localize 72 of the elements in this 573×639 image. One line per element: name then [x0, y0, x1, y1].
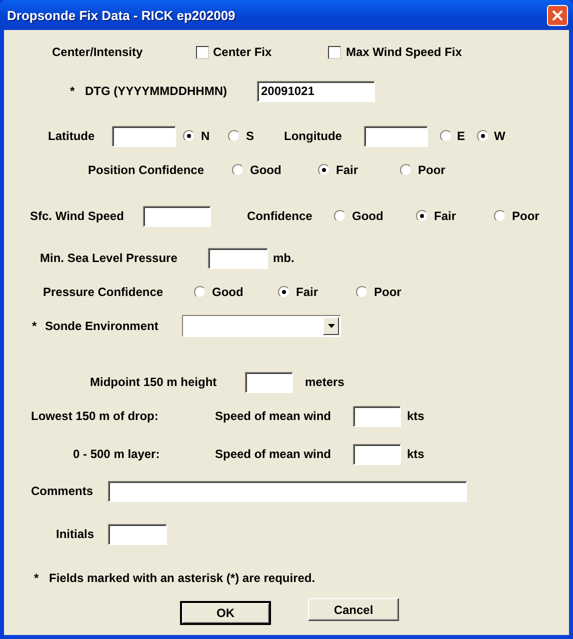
field-label: Longitude [284, 129, 342, 143]
checkbox[interactable] [196, 46, 209, 58]
radio-label: Fair [336, 163, 358, 177]
radio-label: Poor [512, 209, 540, 223]
unit-label: kts [407, 409, 424, 423]
required-mark: * [34, 571, 39, 585]
wind-field[interactable] [353, 444, 401, 464]
radio-button[interactable] [278, 286, 290, 298]
radio-button[interactable] [400, 164, 412, 176]
ok-button[interactable]: OK [180, 601, 271, 625]
wind-field[interactable] [353, 406, 401, 426]
radio-button[interactable] [477, 130, 489, 142]
required-mark: * [32, 319, 37, 333]
radio-button[interactable] [494, 210, 506, 222]
radio-button[interactable] [440, 130, 452, 142]
radio-button[interactable] [318, 164, 330, 176]
field-label: DTG (YYYYMMDDHHMN) [85, 84, 227, 98]
dtg-field[interactable]: 20091021 [257, 80, 375, 102]
required-mark: * [70, 84, 75, 98]
radio-button[interactable] [228, 130, 240, 142]
midpoint-field[interactable] [245, 372, 293, 392]
radio-label: Good [352, 209, 384, 223]
checkbox[interactable] [328, 46, 341, 58]
radio-label: Poor [374, 285, 402, 299]
field-label: Sfc. Wind Speed [30, 209, 124, 223]
radio-label: Fair [434, 209, 456, 223]
radio-label: S [246, 129, 254, 143]
radio-label: E [457, 129, 466, 143]
caret-icon [328, 324, 334, 328]
radio-button[interactable] [356, 286, 368, 298]
field-label: Comments [31, 484, 94, 498]
window-title: Dropsonde Fix Data - RICK ep202009 [7, 8, 236, 22]
comments-field[interactable] [108, 480, 467, 502]
footnote: Fields marked with an asterisk (*) are required. [49, 571, 316, 585]
radio-button[interactable] [183, 130, 195, 142]
field-label: Midpoint 150 m height [90, 375, 217, 389]
section-label: Center/Intensity [52, 45, 143, 59]
field-label: Speed of mean wind [215, 409, 332, 423]
wind-speed-field[interactable] [143, 206, 211, 226]
pressure-field[interactable] [208, 248, 268, 268]
section-label: 0 - 500 m layer: [73, 447, 160, 461]
field-label: Min. Sea Level Pressure [40, 251, 178, 265]
field-label: Position Confidence [88, 163, 204, 177]
radio-label: Good [212, 285, 244, 299]
latitude-field[interactable] [112, 126, 176, 146]
longitude-field[interactable] [364, 126, 428, 146]
checkbox-label: Center Fix [213, 45, 272, 59]
radio-button[interactable] [194, 286, 206, 298]
checkbox-label: Max Wind Speed Fix [346, 45, 462, 59]
field-label: Confidence [247, 209, 312, 223]
initials-field[interactable] [108, 524, 167, 544]
field-label: Sonde Environment [45, 319, 158, 333]
unit-label: mb. [273, 251, 294, 265]
close-icon [551, 8, 564, 22]
field-label: Pressure Confidence [43, 285, 164, 299]
radio-label: Poor [418, 163, 446, 177]
field-label: Speed of mean wind [215, 447, 332, 461]
radio-label: Fair [296, 285, 318, 299]
section-label: Lowest 150 m of drop: [31, 409, 158, 423]
radio-label: Good [250, 163, 282, 177]
cancel-button[interactable]: Cancel [308, 598, 399, 621]
unit-label: meters [305, 375, 344, 389]
close-button[interactable] [547, 4, 568, 26]
radio-label: N [201, 129, 210, 143]
sonde-environment-dropdown[interactable] [182, 315, 341, 337]
field-label: Initials [56, 527, 94, 541]
field-label: Latitude [48, 129, 95, 143]
radio-button[interactable] [416, 210, 428, 222]
radio-label: W [494, 129, 506, 143]
unit-label: kts [407, 447, 424, 461]
radio-button[interactable] [232, 164, 244, 176]
radio-button[interactable] [334, 210, 346, 222]
